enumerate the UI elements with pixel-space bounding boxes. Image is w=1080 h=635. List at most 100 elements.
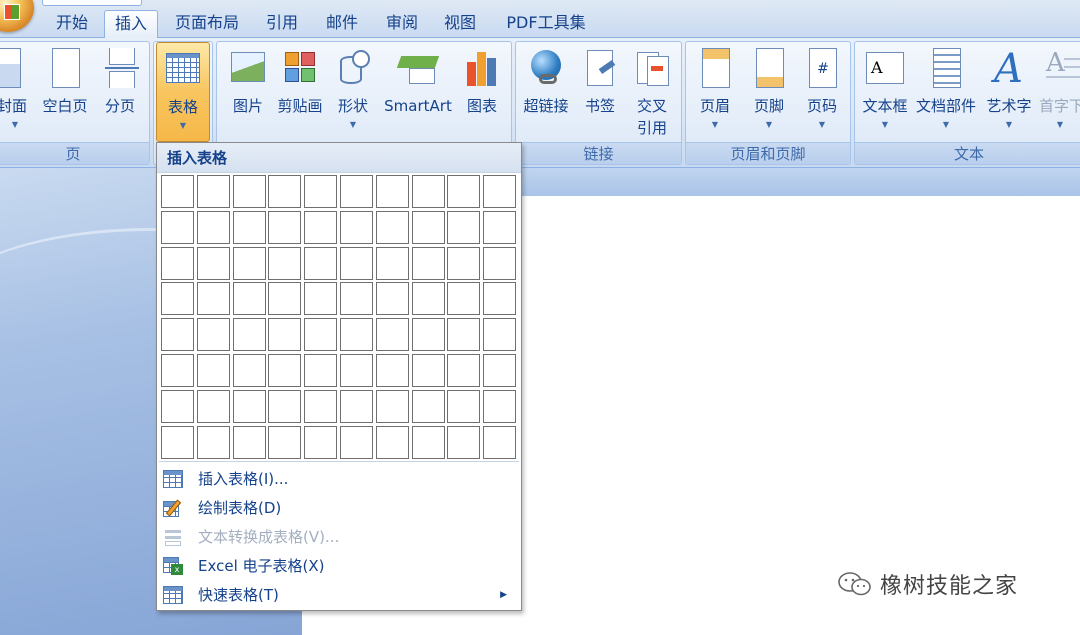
grid-cell[interactable] (197, 426, 230, 459)
quick-access-toolbar[interactable] (42, 0, 142, 6)
grid-cell[interactable] (340, 175, 373, 208)
grid-cell[interactable] (268, 390, 301, 423)
tab-pdf-tools[interactable]: PDF工具集 (496, 10, 596, 38)
grid-cell[interactable] (376, 318, 409, 351)
grid-cell[interactable] (268, 175, 301, 208)
hyperlink-button[interactable]: 超链接 (518, 42, 574, 142)
picture-button[interactable]: 图片 (223, 42, 273, 142)
page-number-button[interactable]: # 页码 ▼ (796, 42, 848, 142)
grid-cell[interactable] (447, 318, 480, 351)
grid-cell[interactable] (233, 318, 266, 351)
grid-cell[interactable] (268, 426, 301, 459)
insert-table-menu-item[interactable]: 插入表格(I)... (157, 465, 521, 494)
grid-cell[interactable] (233, 247, 266, 280)
grid-cell[interactable] (447, 211, 480, 244)
grid-cell[interactable] (161, 390, 194, 423)
grid-cell[interactable] (447, 354, 480, 387)
grid-cell[interactable] (412, 175, 445, 208)
grid-cell[interactable] (304, 426, 337, 459)
clip-art-button[interactable]: 剪贴画 (273, 42, 327, 142)
grid-cell[interactable] (376, 390, 409, 423)
grid-cell[interactable] (304, 390, 337, 423)
tab-review[interactable]: 审阅 (376, 10, 428, 38)
grid-cell[interactable] (412, 426, 445, 459)
grid-cell[interactable] (483, 318, 516, 351)
footer-button[interactable]: 页脚 ▼ (744, 42, 794, 142)
grid-cell[interactable] (340, 211, 373, 244)
grid-cell[interactable] (233, 426, 266, 459)
grid-cell[interactable] (233, 175, 266, 208)
grid-cell[interactable] (233, 390, 266, 423)
grid-cell[interactable] (304, 282, 337, 315)
grid-cell[interactable] (197, 175, 230, 208)
grid-cell[interactable] (197, 318, 230, 351)
grid-cell[interactable] (483, 426, 516, 459)
grid-cell[interactable] (268, 318, 301, 351)
grid-cell[interactable] (376, 426, 409, 459)
grid-cell[interactable] (340, 247, 373, 280)
grid-cell[interactable] (412, 354, 445, 387)
chart-button[interactable]: 图表 (457, 42, 507, 142)
grid-cell[interactable] (340, 390, 373, 423)
grid-cell[interactable] (304, 247, 337, 280)
shapes-button[interactable]: 形状 ▼ (329, 42, 377, 142)
cover-page-button[interactable]: 封面 ▼ (0, 42, 33, 142)
grid-cell[interactable] (197, 354, 230, 387)
grid-cell[interactable] (161, 282, 194, 315)
grid-cell[interactable] (340, 282, 373, 315)
grid-cell[interactable] (483, 390, 516, 423)
grid-cell[interactable] (233, 211, 266, 244)
grid-cell[interactable] (412, 318, 445, 351)
page-break-button[interactable]: 分页 (95, 42, 145, 142)
grid-cell[interactable] (447, 175, 480, 208)
grid-cell[interactable] (268, 282, 301, 315)
tab-page-layout[interactable]: 页面布局 (166, 10, 248, 38)
grid-cell[interactable] (197, 211, 230, 244)
grid-cell[interactable] (412, 282, 445, 315)
grid-cell[interactable] (304, 354, 337, 387)
grid-cell[interactable] (483, 175, 516, 208)
grid-cell[interactable] (197, 247, 230, 280)
blank-page-button[interactable]: 空白页 (37, 42, 93, 142)
office-button[interactable] (0, 0, 34, 32)
grid-cell[interactable] (197, 282, 230, 315)
grid-cell[interactable] (304, 175, 337, 208)
grid-cell[interactable] (376, 247, 409, 280)
grid-cell[interactable] (161, 354, 194, 387)
grid-cell[interactable] (233, 354, 266, 387)
text-box-button[interactable]: A 文本框 ▼ (859, 42, 911, 142)
grid-cell[interactable] (447, 426, 480, 459)
grid-cell[interactable] (483, 282, 516, 315)
grid-cell[interactable] (376, 354, 409, 387)
grid-cell[interactable] (233, 282, 266, 315)
grid-cell[interactable] (447, 247, 480, 280)
tab-insert[interactable]: 插入 (104, 10, 158, 38)
grid-cell[interactable] (161, 175, 194, 208)
grid-cell[interactable] (161, 247, 194, 280)
grid-cell[interactable] (197, 390, 230, 423)
grid-cell[interactable] (447, 282, 480, 315)
grid-cell[interactable] (304, 318, 337, 351)
grid-cell[interactable] (161, 426, 194, 459)
bookmark-button[interactable]: 书签 (576, 42, 624, 142)
quick-parts-button[interactable]: 文档部件 ▼ (913, 42, 979, 142)
grid-cell[interactable] (304, 211, 337, 244)
grid-cell[interactable] (376, 211, 409, 244)
grid-cell[interactable] (340, 426, 373, 459)
grid-cell[interactable] (412, 247, 445, 280)
grid-cell[interactable] (412, 211, 445, 244)
header-button[interactable]: 页眉 ▼ (690, 42, 740, 142)
tab-mailings[interactable]: 邮件 (316, 10, 368, 38)
tab-home[interactable]: 开始 (46, 10, 98, 38)
grid-cell[interactable] (268, 211, 301, 244)
grid-cell[interactable] (447, 390, 480, 423)
tab-references[interactable]: 引用 (256, 10, 308, 38)
excel-spreadsheet-menu-item[interactable]: x Excel 电子表格(X) (157, 552, 521, 581)
grid-cell[interactable] (376, 175, 409, 208)
cross-reference-button[interactable]: 交叉 引用 (626, 42, 678, 142)
grid-cell[interactable] (376, 282, 409, 315)
grid-cell[interactable] (483, 354, 516, 387)
table-button[interactable]: 表格 ▼ (156, 42, 210, 142)
grid-cell[interactable] (268, 354, 301, 387)
quick-tables-menu-item[interactable]: 快速表格(T) ▶ (157, 581, 521, 610)
